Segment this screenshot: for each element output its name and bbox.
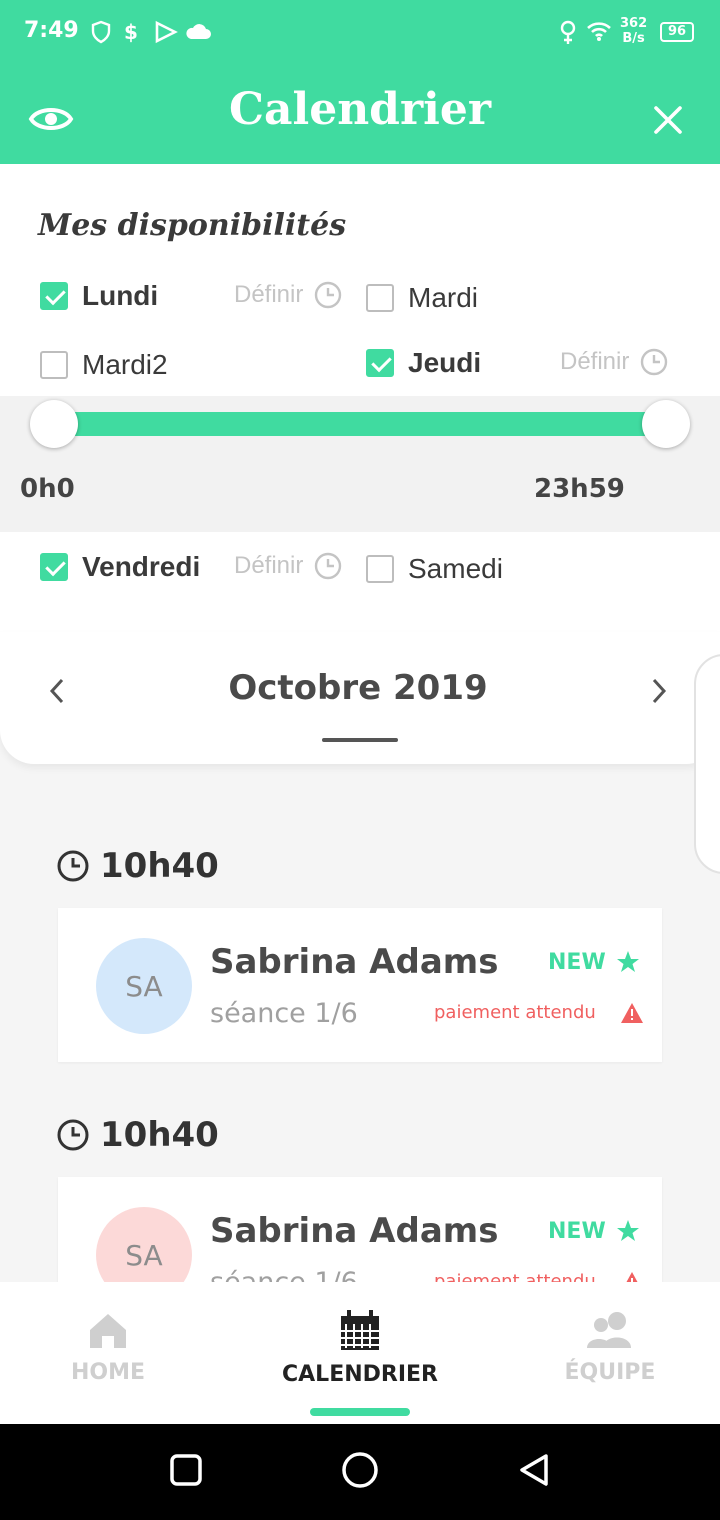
day-vendredi[interactable]: Vendredi [40, 551, 200, 583]
clock-icon [57, 850, 89, 882]
mardi2-checkbox[interactable] [40, 351, 68, 379]
day-label: Mardi [408, 282, 479, 313]
battery-icon: 96 [660, 22, 694, 42]
clock-icon [641, 348, 668, 376]
new-badge: NEW [548, 950, 606, 975]
chevron-right-icon[interactable] [648, 676, 670, 706]
active-tab-indicator [310, 1408, 410, 1416]
clock-icon [315, 281, 342, 309]
side-drawer-tab[interactable] [694, 654, 720, 874]
vendredi-checkbox[interactable] [40, 553, 68, 581]
slider-max-label: 23h59 [534, 474, 625, 504]
slider-end-thumb[interactable] [642, 400, 690, 448]
session-time: 10h40 [100, 1115, 219, 1155]
cloud-icon [186, 24, 211, 39]
page-title: Calendrier [228, 84, 492, 135]
clock-icon [57, 1119, 89, 1151]
session-time-header: 10h40 [56, 1115, 219, 1155]
time-range-slider: 0h0 23h59 [0, 396, 720, 532]
definir-lundi-button[interactable]: Définir [234, 280, 343, 310]
system-navigation-bar [0, 1424, 720, 1520]
day-label: Samedi [408, 553, 503, 584]
close-icon[interactable] [652, 104, 684, 136]
avatar: SA [96, 938, 192, 1034]
day-label: Mardi2 [82, 349, 168, 380]
day-mardi2[interactable]: Mardi2 [40, 349, 168, 381]
nav-label: CALENDRIER [282, 1362, 438, 1387]
day-samedi[interactable]: Samedi [366, 553, 503, 585]
lundi-checkbox[interactable] [40, 282, 68, 310]
client-name: Sabrina Adams [210, 1211, 499, 1251]
home-icon [90, 1314, 126, 1348]
availability-title: Mes disponibilités [38, 208, 347, 243]
shield-icon [91, 20, 111, 44]
app-header: Calendrier [0, 64, 720, 164]
bottom-navigation: HOME CALENDRIER ÉQUIPE [0, 1282, 720, 1424]
day-lundi[interactable]: Lundi [40, 280, 158, 312]
clock-icon [315, 552, 342, 580]
session-time: 10h40 [100, 846, 219, 886]
month-header: Octobre 2019 [0, 632, 720, 764]
day-label: Vendredi [82, 551, 201, 582]
nav-label: ÉQUIPE [564, 1360, 656, 1385]
drag-handle[interactable] [322, 738, 398, 742]
day-mardi[interactable]: Mardi [366, 282, 478, 314]
day-label: Lundi [82, 280, 159, 311]
wifi-icon [587, 22, 611, 41]
samedi-checkbox[interactable] [366, 555, 394, 583]
session-count: séance 1/6 [210, 998, 358, 1029]
new-badge: NEW [548, 1219, 606, 1244]
definir-label: Définir [234, 281, 304, 308]
definir-jeudi-button[interactable]: Définir [560, 347, 669, 377]
nav-calendrier[interactable]: CALENDRIER [240, 1310, 480, 1387]
definir-vendredi-button[interactable]: Définir [234, 551, 343, 581]
recent-apps-icon[interactable] [168, 1452, 204, 1488]
star-icon [617, 1220, 639, 1241]
network-speed: 362 B/s [620, 16, 648, 46]
status-time: 7:49 [24, 18, 79, 43]
dollar-icon: $ [124, 20, 138, 44]
nav-label: HOME [70, 1360, 146, 1385]
availability-section: Mes disponibilités Lundi Définir Mardi M… [0, 164, 720, 632]
slider-track[interactable] [54, 412, 666, 436]
nav-equipe[interactable]: ÉQUIPE [490, 1310, 720, 1385]
session-card[interactable]: SA Sabrina Adams séance 1/6 NEW paiement… [58, 908, 662, 1062]
payment-status: paiement attendu [434, 1002, 596, 1023]
back-icon[interactable] [516, 1452, 552, 1488]
definir-label: Définir [234, 552, 304, 579]
home-circle-icon[interactable] [340, 1452, 380, 1492]
warning-icon [621, 1003, 643, 1023]
nav-home[interactable]: HOME [0, 1310, 228, 1385]
status-bar: 7:49 $ 362 B/s 96 [0, 0, 720, 64]
mardi-checkbox[interactable] [366, 284, 394, 312]
slider-start-thumb[interactable] [30, 400, 78, 448]
day-jeudi[interactable]: Jeudi [366, 347, 481, 379]
location-icon [560, 20, 576, 44]
session-time-header: 10h40 [56, 846, 219, 886]
client-name: Sabrina Adams [210, 942, 499, 982]
slider-min-label: 0h0 [20, 474, 75, 504]
star-icon [617, 951, 639, 972]
calendar-icon [341, 1310, 379, 1350]
day-label: Jeudi [408, 347, 482, 378]
jeudi-checkbox[interactable] [366, 349, 394, 377]
definir-label: Définir [560, 348, 630, 375]
play-store-icon [155, 20, 178, 44]
month-title: Octobre 2019 [228, 668, 488, 708]
team-icon [587, 1312, 631, 1348]
